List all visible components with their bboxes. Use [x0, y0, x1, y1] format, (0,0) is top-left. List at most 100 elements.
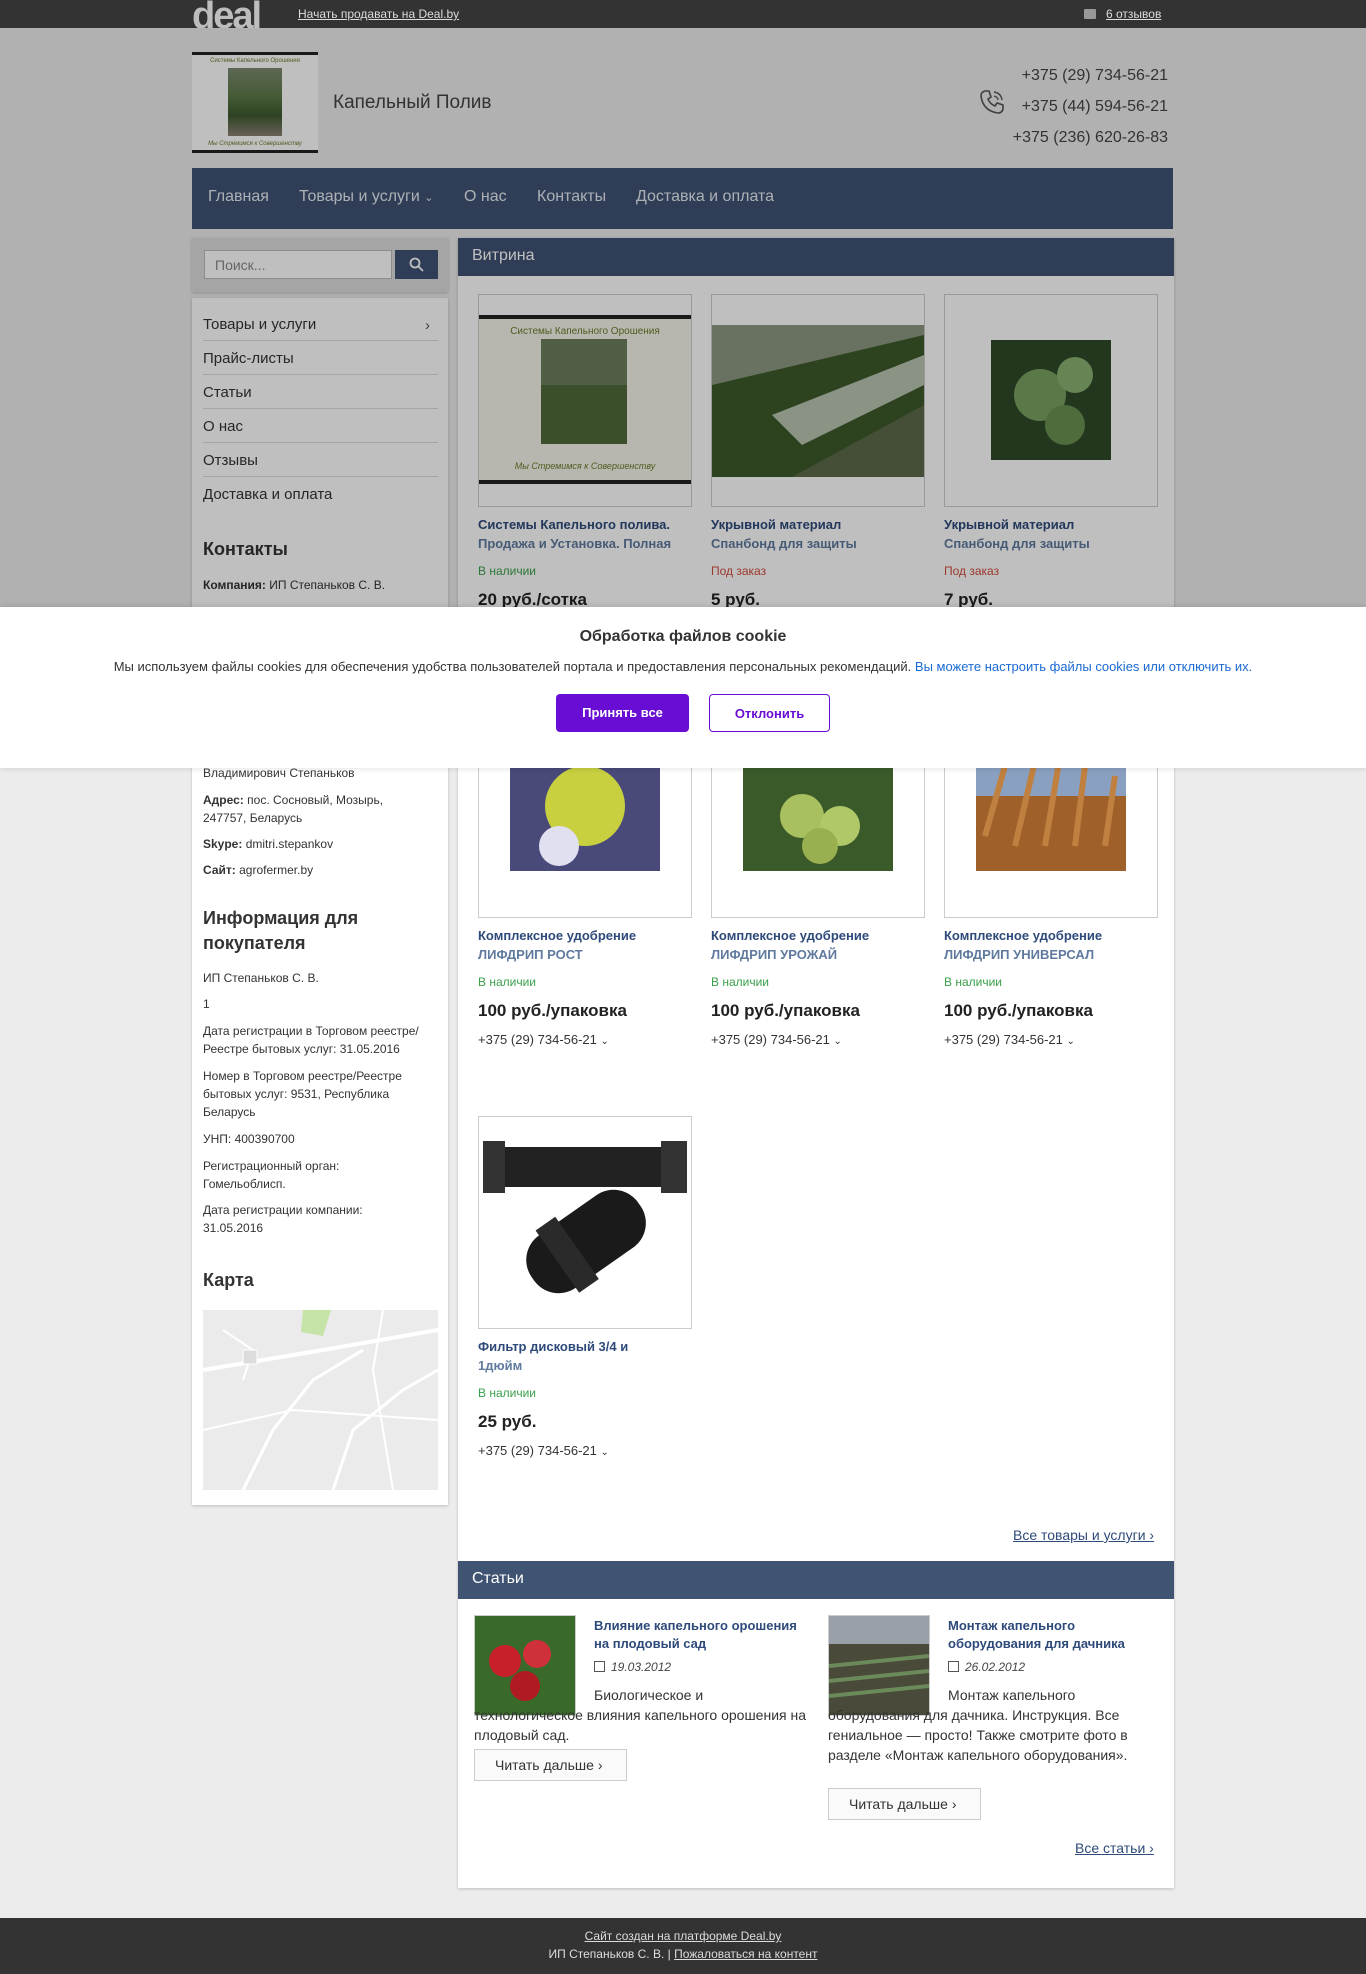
product-image[interactable] — [944, 294, 1158, 507]
search-icon — [409, 257, 424, 272]
product-title-line2: ЛИФДРИП УНИВЕРСАЛ — [944, 947, 1095, 962]
product-title[interactable]: Комплексное удобрение ЛИФДРИП РОСТ — [478, 926, 692, 964]
phone-number[interactable]: +375 (29) 734-56-21 — [1013, 60, 1168, 91]
company-logo[interactable]: Системы Капельного Орошения Мы Стремимся… — [192, 52, 318, 153]
info-row: ИП Степаньков С. В. — [203, 971, 319, 985]
stock-status: В наличии — [478, 564, 537, 578]
company-name[interactable]: Капельный Полив — [333, 92, 492, 114]
search-button[interactable] — [395, 250, 438, 279]
reviews-label[interactable]: 6 отзывов — [1106, 7, 1161, 21]
nav-item-products[interactable]: Товары и услуги ⌄ — [299, 188, 433, 206]
cookie-banner: Обработка файлов cookie Мы используем фа… — [0, 607, 1366, 768]
decline-button[interactable]: Отклонить — [709, 694, 830, 732]
phone-number[interactable]: +375 (236) 620-26-83 — [1013, 122, 1168, 153]
phone-number[interactable]: +375 (44) 594-56-21 — [1013, 91, 1168, 122]
product-title-line1: Системы Капельного полива. — [478, 517, 670, 532]
product-image[interactable] — [711, 294, 925, 507]
product-phone[interactable]: +375 (29) 734-56-21 ⌄ — [711, 1032, 842, 1047]
article-date: 26.02.2012 — [948, 1660, 1025, 1674]
map[interactable] — [203, 1310, 438, 1490]
product-image[interactable]: Системы Капельного Орошения Мы Стремимся… — [478, 294, 692, 507]
sidebar-item-products[interactable]: Товары и услуги › — [203, 307, 438, 341]
phone-icon — [980, 90, 1004, 114]
all-products-link[interactable]: Все товары и услуги › — [1013, 1527, 1154, 1543]
info-row: Номер в Торговом реестре/Реестре бытовых… — [203, 1069, 402, 1119]
chevron-right-icon: › — [425, 317, 430, 334]
article-title[interactable]: Монтаж капельного оборудования для дачни… — [948, 1617, 1168, 1653]
contacts-title: Контакты — [203, 539, 288, 559]
product-title[interactable]: Укрывной материал Спанбонд для защиты — [711, 515, 925, 553]
product-title[interactable]: Системы Капельного полива. Продажа и Уста… — [478, 515, 692, 553]
skype-label: Skype: — [203, 837, 243, 851]
sidebar-item-about[interactable]: О нас — [203, 409, 438, 443]
product-title[interactable]: Комплексное удобрение ЛИФДРИП УНИВЕРСАЛ — [944, 926, 1158, 964]
sidebar-item-articles[interactable]: Статьи — [203, 375, 438, 409]
nav-item-about[interactable]: О нас — [464, 188, 507, 206]
product-title-line1: Фильтр дисковый 3/4 и — [478, 1339, 629, 1354]
chevron-right-icon: › — [597, 1757, 603, 1773]
read-more-button[interactable]: Читать дальше › — [474, 1749, 627, 1781]
company-row: Компания: ИП Степаньков С. В. — [203, 576, 443, 594]
start-selling-link[interactable]: Начать продавать на Deal.by — [298, 7, 459, 21]
search-input[interactable]: Поиск... — [204, 250, 392, 279]
product-title[interactable]: Укрывной материал Спанбонд для защиты — [944, 515, 1158, 553]
product-title[interactable]: Комплексное удобрение ЛИФДРИП УРОЖАЙ — [711, 926, 925, 964]
sidebar-item-delivery[interactable]: Доставка и оплата — [203, 477, 438, 511]
all-articles-link[interactable]: Все статьи › — [1075, 1840, 1154, 1856]
product-phone-number: +375 (29) 734-56-21 — [711, 1032, 830, 1047]
svg-text:Системы Капельного Орошения: Системы Капельного Орошения — [510, 326, 660, 337]
platform-link[interactable]: Сайт создан на платформе Deal.by — [0, 1929, 1366, 1943]
info-row: 1 — [203, 997, 210, 1011]
product-phone[interactable]: +375 (29) 734-56-21 ⌄ — [944, 1032, 1075, 1047]
cookie-text: Мы используем файлы cookies для обеспече… — [113, 659, 912, 674]
product-phone-number: +375 (29) 734-56-21 — [944, 1032, 1063, 1047]
nav-item-home[interactable]: Главная — [208, 188, 269, 206]
sidebar: Товары и услуги › Прайс-листы Статьи О на… — [192, 298, 448, 1505]
map-roads — [203, 1310, 438, 1490]
logo-caption-top: Системы Капельного Орошения — [210, 58, 300, 64]
cookie-settings-link[interactable]: Вы можете настроить файлы cookies или от… — [915, 659, 1252, 674]
product-title-line1: Комплексное удобрение — [478, 928, 637, 943]
stock-status: В наличии — [711, 975, 770, 989]
product-phone[interactable]: +375 (29) 734-56-21 ⌄ — [478, 1032, 609, 1047]
reviews-link[interactable]: 6 отзывов — [1084, 7, 1161, 21]
article-title[interactable]: Влияние капельного орошения на плодовый … — [594, 1617, 814, 1653]
address-label: Адрес: — [203, 793, 244, 807]
showcase-header: Витрина — [458, 238, 1174, 276]
sidebar-item-reviews[interactable]: Отзывы — [203, 443, 438, 477]
product-photo — [712, 295, 924, 506]
info-row: Регистрационный орган: Гомельоблисп. — [203, 1159, 340, 1191]
calendar-icon — [948, 1661, 959, 1672]
search-box: Поиск... — [192, 238, 448, 292]
product-phone[interactable]: +375 (29) 734-56-21 ⌄ — [478, 1443, 609, 1458]
product-title[interactable]: Фильтр дисковый 3/4 и 1дюйм — [478, 1337, 692, 1375]
nav-item-products-label: Товары и услуги — [299, 188, 420, 205]
accept-all-button[interactable]: Принять все — [556, 694, 689, 732]
site-value[interactable]: agrofermer.by — [239, 863, 313, 877]
nav-item-contacts[interactable]: Контакты — [537, 188, 606, 206]
phone-list: +375 (29) 734-56-21 +375 (44) 594-56-21 … — [1013, 60, 1168, 153]
product-phone-number: +375 (29) 734-56-21 — [478, 1443, 597, 1458]
company-value: ИП Степаньков С. В. — [269, 578, 386, 592]
complain-link[interactable]: Пожаловаться на контент — [674, 1947, 817, 1961]
product-title-line1: Комплексное удобрение — [944, 928, 1103, 943]
product-price: 100 руб./упаковка — [711, 1001, 860, 1020]
product-title-line1: Укрывной материал — [944, 517, 1075, 532]
article-date: 19.03.2012 — [594, 1660, 671, 1674]
main-nav: Главная Товары и услуги ⌄ О нас Контакты… — [192, 168, 1173, 229]
footer: Сайт создан на платформе Deal.by ИП Степ… — [0, 1918, 1366, 1974]
product-title-line2: ЛИФДРИП УРОЖАЙ — [711, 947, 838, 962]
product-image[interactable] — [478, 1116, 692, 1329]
all-products-label: Все товары и услуги — [1013, 1527, 1146, 1543]
buyer-info-title: Информация для покупателя — [203, 908, 359, 953]
deal-logo[interactable]: deal — [192, 0, 260, 28]
read-more-button[interactable]: Читать дальше › — [828, 1788, 981, 1820]
sidebar-item-pricelists[interactable]: Прайс-листы — [203, 341, 438, 375]
skype-value[interactable]: dmitri.stepankov — [246, 837, 333, 851]
stock-status: Под заказ — [711, 564, 767, 578]
stock-status: В наличии — [478, 1386, 537, 1400]
product-photo — [479, 1117, 691, 1328]
info-row: Дата регистрации в Торговом реестре/Реес… — [203, 1024, 419, 1056]
product-title-line1: Укрывной материал — [711, 517, 842, 532]
nav-item-delivery[interactable]: Доставка и оплата — [636, 188, 774, 206]
